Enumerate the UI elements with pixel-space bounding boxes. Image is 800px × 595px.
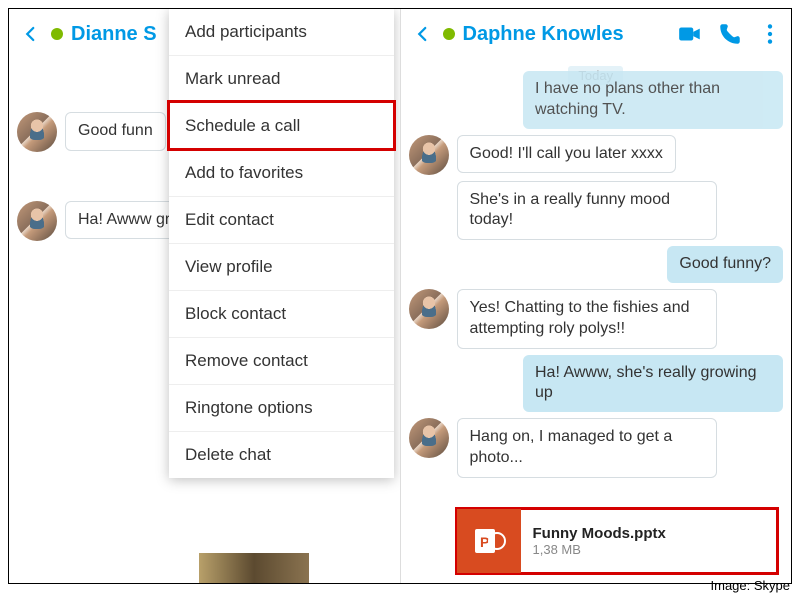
menu-item-mark-unread[interactable]: Mark unread <box>169 55 394 102</box>
menu-item-edit-contact[interactable]: Edit contact <box>169 196 394 243</box>
phone-icon <box>717 21 743 47</box>
message-bubble[interactable]: Ha! Awww, she's really growing up <box>523 355 783 413</box>
contact-name[interactable]: Daphne Knowles <box>463 23 672 46</box>
video-call-button[interactable] <box>677 21 703 47</box>
message-bubble[interactable]: She's in a really funny mood today! <box>457 181 717 241</box>
image-credit: Image: Skype <box>711 578 791 593</box>
svg-text:P: P <box>480 534 489 550</box>
right-pane: Daphne Knowles Today I have no pla <box>401 9 792 583</box>
avatar[interactable] <box>17 201 57 241</box>
partial-photo <box>199 553 309 583</box>
menu-item-remove-contact[interactable]: Remove contact <box>169 337 394 384</box>
menu-item-view-profile[interactable]: View profile <box>169 243 394 290</box>
message-bubble[interactable]: I have no plans other than watching TV. <box>523 71 783 129</box>
menu-item-add-participants[interactable]: Add participants <box>169 9 394 55</box>
chevron-left-icon <box>22 25 40 43</box>
avatar[interactable] <box>409 135 449 175</box>
right-header: Daphne Knowles <box>401 9 792 59</box>
context-menu: Add participantsMark unreadSchedule a ca… <box>169 9 394 478</box>
file-meta: Funny Moods.pptx 1,38 MB <box>521 525 678 557</box>
file-name: Funny Moods.pptx <box>533 525 666 542</box>
powerpoint-icon: P <box>457 509 521 573</box>
menu-item-ringtone-options[interactable]: Ringtone options <box>169 384 394 431</box>
avatar[interactable] <box>409 289 449 329</box>
right-chat: Today I have no plans other than watchin… <box>401 59 792 583</box>
menu-item-add-to-favorites[interactable]: Add to favorites <box>169 149 394 196</box>
file-size: 1,38 MB <box>533 542 666 557</box>
more-vertical-icon <box>757 21 783 47</box>
more-options-button[interactable] <box>757 21 783 47</box>
message-row: Hang on, I managed to get a photo... <box>409 418 784 478</box>
audio-call-button[interactable] <box>717 21 743 47</box>
menu-item-schedule-a-call[interactable]: Schedule a call <box>169 102 394 149</box>
file-attachment[interactable]: P Funny Moods.pptx 1,38 MB <box>457 509 777 573</box>
message-row: Yes! Chatting to the fishies and attempt… <box>409 289 784 349</box>
online-status-icon <box>443 28 455 40</box>
message-row: Good! I'll call you later xxxx <box>409 135 784 175</box>
menu-item-block-contact[interactable]: Block contact <box>169 290 394 337</box>
message-bubble[interactable]: Good! I'll call you later xxxx <box>457 135 676 174</box>
message-bubble[interactable]: Good funn <box>65 112 166 151</box>
video-icon <box>677 21 703 47</box>
message-bubble[interactable]: Yes! Chatting to the fishies and attempt… <box>457 289 717 349</box>
message-row: Ha! Awww, she's really growing up <box>409 355 784 413</box>
avatar[interactable] <box>17 112 57 152</box>
message-bubble[interactable]: Good funny? <box>667 246 783 283</box>
avatar[interactable] <box>409 418 449 458</box>
message-row: I have no plans other than watching TV. <box>409 71 784 129</box>
online-status-icon <box>51 28 63 40</box>
header-actions <box>677 21 783 47</box>
back-button[interactable] <box>17 20 45 48</box>
message-row: Good funny? <box>409 246 784 283</box>
message-row: She's in a really funny mood today! <box>409 181 784 241</box>
menu-item-delete-chat[interactable]: Delete chat <box>169 431 394 478</box>
back-button[interactable] <box>409 20 437 48</box>
chevron-left-icon <box>414 25 432 43</box>
left-pane: Dianne S She too Good funn Yes an Ha! Aw <box>9 9 401 583</box>
message-bubble[interactable]: Hang on, I managed to get a photo... <box>457 418 717 478</box>
